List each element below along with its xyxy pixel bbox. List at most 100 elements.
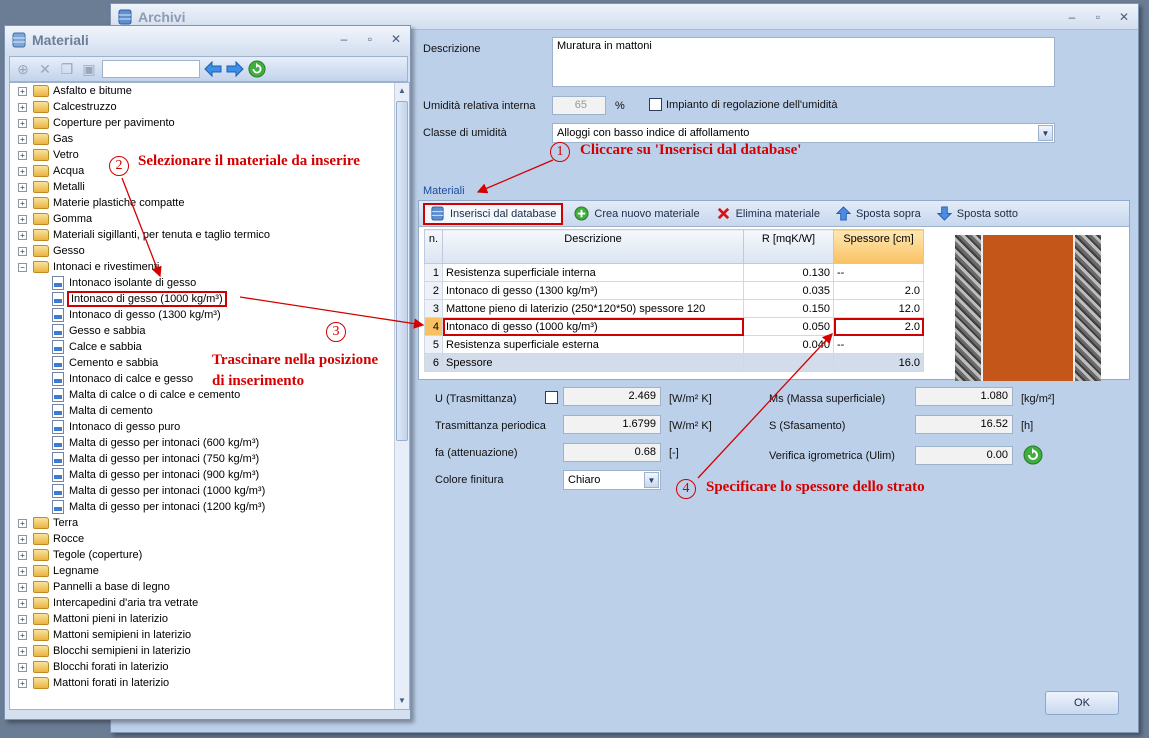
tree-item[interactable]: Intonaco di gesso (1300 kg/m³) [10, 307, 409, 323]
tree-item[interactable]: Malta di gesso per intonaci (1200 kg/m³) [10, 499, 409, 515]
row-spessore[interactable]: 12.0 [833, 299, 924, 318]
colore-select[interactable]: Chiaro ▼ [563, 470, 661, 490]
tree-item[interactable]: Malta di gesso per intonaci (750 kg/m³) [10, 451, 409, 467]
expand-icon[interactable]: + [18, 582, 27, 592]
tree-item[interactable]: Malta di cemento [10, 403, 409, 419]
maximize-icon[interactable]: ▫ [1092, 10, 1104, 24]
row-spessore[interactable]: 2.0 [833, 281, 924, 300]
delete-icon[interactable]: ✕ [36, 60, 54, 78]
tree-item[interactable]: Malta di gesso per intonaci (600 kg/m³) [10, 435, 409, 451]
expand-icon[interactable]: + [18, 230, 27, 240]
expand-icon[interactable]: + [18, 134, 27, 144]
refresh-icon[interactable] [1023, 445, 1043, 465]
tree-item[interactable]: Intonaco di calce e gesso [10, 371, 409, 387]
chevron-down-icon[interactable]: ▼ [1038, 125, 1053, 141]
scroll-up-icon[interactable]: ▲ [396, 84, 408, 98]
chevron-down-icon[interactable]: ▼ [644, 472, 659, 488]
tree-folder[interactable]: + Gomma [10, 211, 409, 227]
table-row[interactable]: 1 Resistenza superficiale interna 0.130 … [424, 263, 924, 282]
tree-item[interactable]: Gesso e sabbia [10, 323, 409, 339]
expand-icon[interactable]: + [18, 86, 27, 96]
descrizione-field[interactable]: Muratura in mattoni [552, 37, 1055, 87]
tree-folder[interactable]: + Calcestruzzo [10, 99, 409, 115]
tree-item[interactable]: Intonaco isolante di gesso [10, 275, 409, 291]
arrow-right-icon[interactable] [226, 60, 244, 78]
classe-select[interactable]: Alloggi con basso indice di affollamento… [552, 123, 1055, 143]
expand-icon[interactable]: + [18, 566, 27, 576]
tree-item[interactable]: Malta di gesso per intonaci (1000 kg/m³) [10, 483, 409, 499]
add-icon[interactable]: ⊕ [14, 60, 32, 78]
expand-icon[interactable]: + [18, 630, 27, 640]
expand-icon[interactable]: + [18, 598, 27, 608]
tree-folder[interactable]: + Legname [10, 563, 409, 579]
tree-folder[interactable]: + Gesso [10, 243, 409, 259]
expand-icon[interactable]: + [18, 118, 27, 128]
tree-item[interactable]: Malta di gesso per intonaci (900 kg/m³) [10, 467, 409, 483]
tree-folder[interactable]: + Intercapedini d'aria tra vetrate [10, 595, 409, 611]
row-spessore[interactable]: 2.0 [833, 317, 924, 336]
table-row[interactable]: 2 Intonaco di gesso (1300 kg/m³) 0.035 2… [424, 281, 924, 300]
tree-folder[interactable]: + Blocchi forati in laterizio [10, 659, 409, 675]
maximize-icon[interactable]: ▫ [364, 32, 376, 46]
tree-folder[interactable]: + Asfalto e bitume [10, 83, 409, 99]
umidita-stepper[interactable]: 65 [552, 96, 606, 115]
impianto-checkbox[interactable] [649, 98, 662, 111]
expand-icon[interactable]: + [18, 614, 27, 624]
col-n[interactable]: n. [424, 229, 443, 264]
materiali-titlebar[interactable]: Materiali – ▫ ✕ [5, 26, 410, 54]
expand-icon[interactable]: + [18, 518, 27, 528]
refresh-icon[interactable] [248, 60, 266, 78]
collapse-icon[interactable]: − [18, 262, 27, 272]
minimize-icon[interactable]: – [338, 32, 350, 46]
inserisci-database-button[interactable]: Inserisci dal database [423, 202, 564, 225]
expand-icon[interactable]: + [18, 166, 27, 176]
expand-icon[interactable]: + [18, 182, 27, 192]
sposta-sopra-button[interactable]: Sposta sopra [831, 203, 926, 225]
expand-icon[interactable]: + [18, 198, 27, 208]
tree-folder[interactable]: + Rocce [10, 531, 409, 547]
close-icon[interactable]: ✕ [1118, 10, 1130, 24]
tree-folder[interactable]: + Mattoni semipieni in laterizio [10, 627, 409, 643]
tree-folder[interactable]: + Mattoni forati in laterizio [10, 675, 409, 691]
expand-icon[interactable]: + [18, 150, 27, 160]
tree-folder[interactable]: + Tegole (coperture) [10, 547, 409, 563]
tree-item-selected[interactable]: Intonaco di gesso (1000 kg/m³) [10, 291, 409, 307]
tree-folder[interactable]: + Metalli [10, 179, 409, 195]
col-spessore[interactable]: Spessore [cm] [833, 229, 924, 264]
scroll-thumb[interactable] [396, 101, 408, 441]
minimize-icon[interactable]: – [1066, 10, 1078, 24]
scroll-down-icon[interactable]: ▼ [396, 694, 408, 708]
expand-icon[interactable]: + [18, 678, 27, 688]
tree-folder[interactable]: + Materie plastiche compatte [10, 195, 409, 211]
u-checkbox[interactable] [545, 391, 558, 404]
tree-item[interactable]: Malta di calce o di calce e cemento [10, 387, 409, 403]
expand-icon[interactable]: + [18, 646, 27, 656]
tree-folder[interactable]: + Gas [10, 131, 409, 147]
arrow-left-icon[interactable] [204, 60, 222, 78]
tree-folder[interactable]: + Materiali sigillanti, per tenuta e tagl… [10, 227, 409, 243]
expand-icon[interactable]: + [18, 246, 27, 256]
table-row[interactable]: 3 Mattone pieno di laterizio (250*120*50… [424, 299, 924, 318]
col-descrizione[interactable]: Descrizione [442, 229, 744, 264]
search-input[interactable] [102, 60, 200, 78]
tree-folder[interactable]: + Mattoni pieni in laterizio [10, 611, 409, 627]
close-icon[interactable]: ✕ [390, 32, 402, 46]
crea-materiale-button[interactable]: Crea nuovo materiale [569, 203, 704, 225]
tree-item[interactable]: Intonaco di gesso puro [10, 419, 409, 435]
expand-icon[interactable]: + [18, 662, 27, 672]
row-spessore[interactable]: -- [833, 335, 924, 354]
expand-icon[interactable]: + [18, 550, 27, 560]
tree-folder[interactable]: + Coperture per pavimento [10, 115, 409, 131]
tree-scrollbar[interactable]: ▲ ▼ [394, 83, 409, 709]
tree-folder[interactable]: + Blocchi semipieni in laterizio [10, 643, 409, 659]
save-icon[interactable]: ▣ [80, 60, 98, 78]
expand-icon[interactable]: + [18, 534, 27, 544]
tree-folder[interactable]: + Pannelli a base di legno [10, 579, 409, 595]
tree-folder[interactable]: + Terra [10, 515, 409, 531]
elimina-materiale-button[interactable]: Elimina materiale [711, 203, 825, 225]
table-row[interactable]: 4 Intonaco di gesso (1000 kg/m³) 0.050 2… [424, 317, 924, 336]
sposta-sotto-button[interactable]: Sposta sotto [932, 203, 1023, 225]
tree-folder-expanded[interactable]: − Intonaci e rivestimenti [10, 259, 409, 275]
col-r[interactable]: R [mqK/W] [743, 229, 834, 264]
row-spessore[interactable]: -- [833, 263, 924, 282]
